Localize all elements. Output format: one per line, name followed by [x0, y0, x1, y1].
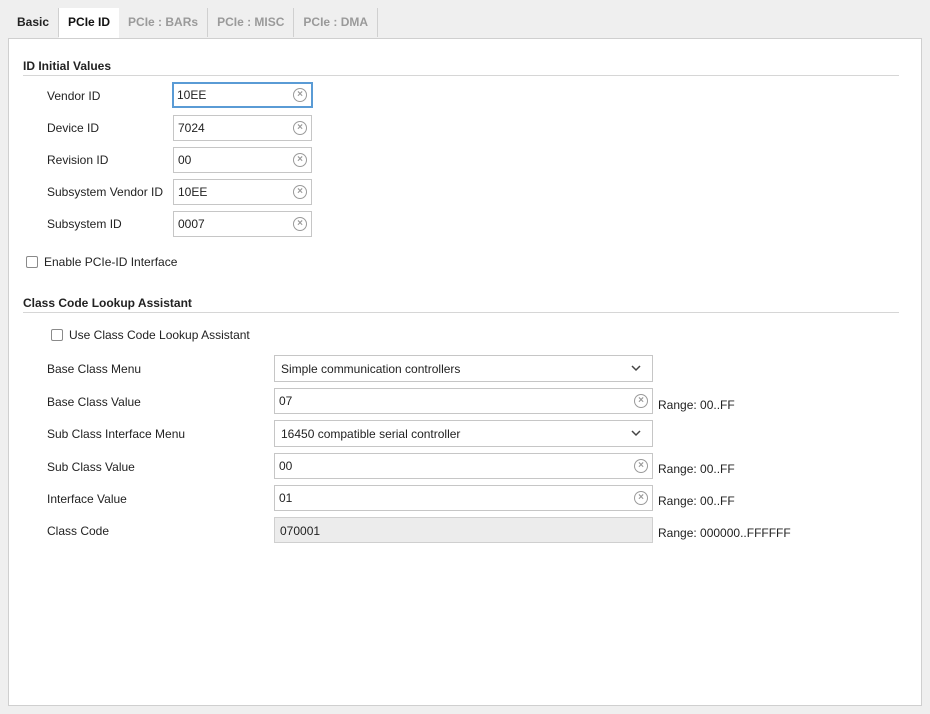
sub-class-value-field[interactable]: ×: [274, 453, 653, 479]
use-class-code-lookup-checkbox[interactable]: Use Class Code Lookup Assistant: [51, 328, 250, 342]
clear-circle-icon[interactable]: ×: [293, 88, 307, 102]
enable-pcie-id-interface-label: Enable PCIe-ID Interface: [44, 255, 178, 269]
sub-class-range: Range: 00..FF: [658, 462, 735, 476]
base-class-range: Range: 00..FF: [658, 398, 735, 412]
vendor-id-label: Vendor ID: [47, 89, 101, 103]
section-title-id-initial-values: ID Initial Values: [23, 59, 112, 73]
device-id-input[interactable]: [174, 116, 311, 140]
tab-bar: Basic PCIe ID PCIe : BARs PCIe : MISC PC…: [8, 8, 922, 39]
interface-value-label: Interface Value: [47, 492, 127, 506]
chevron-down-icon[interactable]: [630, 427, 642, 439]
use-class-code-lookup-label: Use Class Code Lookup Assistant: [69, 328, 250, 342]
clear-circle-icon[interactable]: ×: [293, 121, 307, 135]
clear-circle-icon[interactable]: ×: [634, 459, 648, 473]
enable-pcie-id-interface-checkbox[interactable]: Enable PCIe-ID Interface: [26, 255, 177, 269]
class-code-field: 070001: [274, 517, 653, 543]
interface-range: Range: 00..FF: [658, 494, 735, 508]
pcie-id-panel: ID Initial Values Vendor ID × Device ID …: [8, 38, 922, 706]
device-id-field[interactable]: ×: [173, 115, 312, 141]
subsystem-vendor-id-field[interactable]: ×: [173, 179, 312, 205]
class-code-value: 070001: [280, 524, 321, 538]
class-code-range: Range: 000000..FFFFFF: [658, 526, 791, 540]
clear-circle-icon[interactable]: ×: [293, 153, 307, 167]
subsystem-vendor-id-label: Subsystem Vendor ID: [47, 185, 164, 199]
subsystem-id-input[interactable]: [174, 212, 311, 236]
base-class-value-input[interactable]: [275, 389, 652, 413]
sub-class-interface-menu-select[interactable]: 16450 compatible serial controller: [274, 420, 653, 447]
device-id-label: Device ID: [47, 121, 100, 135]
revision-id-field[interactable]: ×: [173, 147, 312, 173]
sub-class-value-input[interactable]: [275, 454, 652, 478]
subsystem-vendor-id-input[interactable]: [174, 180, 311, 204]
revision-id-input[interactable]: [174, 148, 311, 172]
class-code-label: Class Code: [47, 524, 110, 538]
tab-pcie-misc[interactable]: PCIe : MISC: [208, 8, 295, 37]
interface-value-field[interactable]: ×: [274, 485, 653, 511]
checkbox-box[interactable]: [51, 329, 63, 341]
base-class-value-label: Base Class Value: [47, 395, 141, 409]
clear-circle-icon[interactable]: ×: [634, 394, 648, 408]
revision-id-label: Revision ID: [47, 153, 109, 167]
clear-circle-icon[interactable]: ×: [293, 217, 307, 231]
sub-class-interface-menu-value: 16450 compatible serial controller: [281, 427, 461, 441]
section-divider: [23, 75, 899, 76]
interface-value-input[interactable]: [275, 486, 652, 510]
clear-circle-icon[interactable]: ×: [634, 491, 648, 505]
sub-class-interface-menu-label: Sub Class Interface Menu: [47, 427, 186, 441]
vendor-id-field[interactable]: ×: [172, 82, 313, 108]
base-class-menu-select[interactable]: Simple communication controllers: [274, 355, 653, 382]
sub-class-value-label: Sub Class Value: [47, 460, 135, 474]
tab-pcie-bars[interactable]: PCIe : BARs: [119, 8, 209, 37]
section-title-class-code-lookup: Class Code Lookup Assistant: [23, 296, 192, 310]
tab-pcie-id[interactable]: PCIe ID: [59, 8, 120, 39]
vendor-id-input[interactable]: [174, 84, 311, 106]
clear-circle-icon[interactable]: ×: [293, 185, 307, 199]
tab-basic[interactable]: Basic: [8, 8, 60, 37]
base-class-menu-value: Simple communication controllers: [281, 362, 461, 376]
checkbox-box[interactable]: [26, 256, 38, 268]
subsystem-id-label: Subsystem ID: [47, 217, 122, 231]
base-class-menu-label: Base Class Menu: [47, 362, 142, 376]
tab-pcie-dma[interactable]: PCIe : DMA: [294, 8, 379, 37]
section-divider: [23, 312, 899, 313]
subsystem-id-field[interactable]: ×: [173, 211, 312, 237]
chevron-down-icon[interactable]: [630, 362, 642, 374]
base-class-value-field[interactable]: ×: [274, 388, 653, 414]
